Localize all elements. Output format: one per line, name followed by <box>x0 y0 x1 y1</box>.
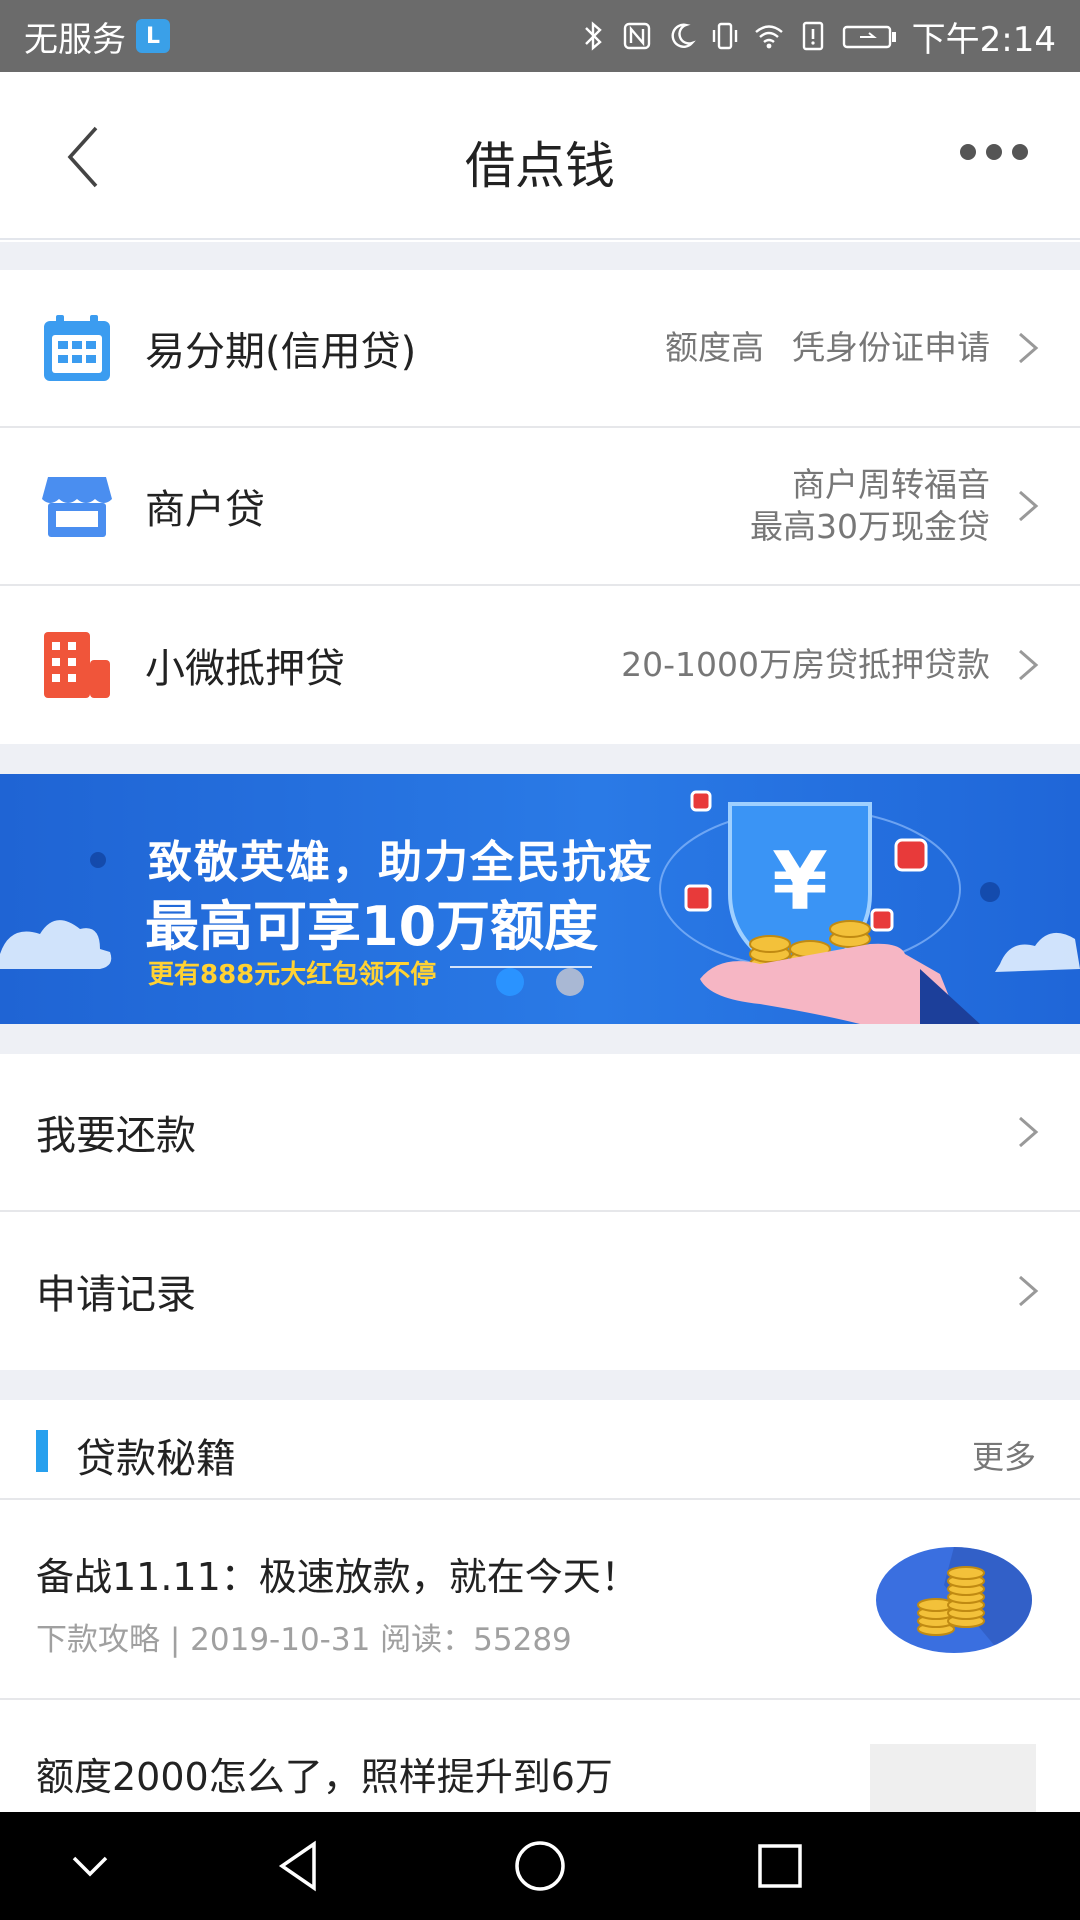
loan-tag: 额度高 <box>665 328 764 367</box>
status-bar: 无服务 L 下午2:14 <box>0 0 1080 72</box>
section-gap <box>0 242 1080 270</box>
more-dot-icon <box>1012 144 1028 160</box>
triangle-back-icon <box>278 1840 316 1892</box>
carousel-dot[interactable] <box>556 968 584 996</box>
loan-tag: 商户周转福音 <box>792 465 990 504</box>
section-gap <box>0 1370 1080 1400</box>
chevron-right-icon <box>1019 490 1039 522</box>
status-right: 下午2:14 <box>578 12 1056 61</box>
article-item[interactable]: 备战11.11：极速放款，就在今天！ 下款攻略 | 2019-10-31 阅读：… <box>0 1500 1080 1700</box>
vibrate-icon <box>710 19 740 53</box>
article-meta: 下款攻略 | 2019-10-31 阅读：55289 <box>36 1622 572 1658</box>
header: 借点钱 <box>0 72 1080 240</box>
svg-text:¥: ¥ <box>772 835 828 928</box>
loan-description: 商户周转福音 最高30万现金贷 <box>750 464 990 548</box>
article-title: 备战11.11：极速放款，就在今天！ <box>36 1555 639 1599</box>
status-time: 下午2:14 <box>911 19 1056 60</box>
more-dot-icon <box>960 144 976 160</box>
nav-home-button[interactable] <box>510 1836 570 1896</box>
hide-keyboard-button[interactable] <box>60 1836 120 1896</box>
coins-thumbnail-icon <box>876 1547 1032 1653</box>
application-record-item[interactable]: 申请记录 <box>0 1212 1080 1370</box>
store-icon <box>42 477 112 537</box>
loan-tag: 凭身份证申请 <box>792 328 990 367</box>
section-accent-bar <box>36 1430 48 1472</box>
circle-home-icon <box>515 1841 565 1891</box>
nav-back-button[interactable] <box>270 1836 330 1896</box>
square-recents-icon <box>758 1844 802 1888</box>
loan-product-list: 易分期(信用贷) 额度高凭身份证申请 商户贷 商户周转福音 最高30万现金贷 <box>0 270 1080 744</box>
article-title: 额度2000怎么了，照样提升到6万 <box>36 1755 613 1799</box>
carrier-text: 无服务 <box>24 19 126 60</box>
loan-title: 易分期(信用贷) <box>145 329 417 375</box>
section-gap <box>0 744 1080 774</box>
loan-item-mortgage[interactable]: 小微抵押贷 20-1000万房贷抵押贷款 <box>0 586 1080 744</box>
loan-tag: 最高30万现金贷 <box>750 507 990 546</box>
chevron-right-icon <box>1019 1275 1039 1307</box>
promo-banner[interactable]: ¥ 致敬英雄，助力全民抗疫 最高可享10万额度 更有888元大红包领不停 <box>0 774 1080 1024</box>
building-icon <box>44 632 110 698</box>
battery-icon <box>842 19 898 53</box>
more-dot-icon <box>986 144 1002 160</box>
app-notification-icon: L <box>136 19 170 53</box>
banner-tagline: 更有888元大红包领不停 <box>148 960 437 990</box>
chevron-down-icon <box>72 1856 108 1877</box>
more-link[interactable]: 更多 <box>972 1432 1036 1478</box>
chevron-right-icon <box>1019 1116 1039 1148</box>
menu-label: 我要还款 <box>36 1113 196 1159</box>
loan-item-installment[interactable]: 易分期(信用贷) 额度高 凭身份证申请 <box>0 270 1080 428</box>
banner-subheadline: 最高可享10万额度 <box>145 895 599 958</box>
nfc-icon <box>622 19 652 53</box>
account-menu: 我要还款 申请记录 <box>0 1054 1080 1370</box>
alert-icon <box>798 19 828 53</box>
menu-label: 申请记录 <box>36 1272 196 1318</box>
loan-description: 20-1000万房贷抵押贷款 <box>621 645 990 684</box>
section-title: 贷款秘籍 <box>76 1436 236 1482</box>
section-gap <box>0 1024 1080 1054</box>
loan-title: 小微抵押贷 <box>145 646 345 692</box>
calendar-icon <box>44 315 110 381</box>
loan-title: 商户贷 <box>145 487 265 533</box>
nav-recents-button[interactable] <box>750 1836 810 1896</box>
page-title: 借点钱 <box>465 137 615 195</box>
carousel-dot-active[interactable] <box>496 968 524 996</box>
moon-icon <box>666 19 696 53</box>
more-options-button[interactable] <box>960 144 1028 160</box>
bluetooth-icon <box>578 19 608 53</box>
wifi-icon <box>754 19 784 53</box>
article-thumbnail <box>870 1744 1036 1814</box>
repayment-item[interactable]: 我要还款 <box>0 1054 1080 1212</box>
page: 无服务 L 下午2:14 借点钱 易分期(信用贷) 额度高 凭身份证申请 商户贷… <box>0 0 1080 1920</box>
loan-item-merchant[interactable]: 商户贷 商户周转福音 最高30万现金贷 <box>0 428 1080 586</box>
loan-description: 额度高 凭身份证申请 <box>665 327 990 369</box>
status-left: 无服务 L <box>24 12 170 61</box>
system-nav-bar <box>0 1812 1080 1920</box>
chevron-right-icon <box>1019 649 1039 681</box>
tips-header: 贷款秘籍 更多 <box>0 1400 1080 1500</box>
chevron-right-icon <box>1019 332 1039 364</box>
banner-headline: 致敬英雄，助力全民抗疫 <box>148 837 654 888</box>
